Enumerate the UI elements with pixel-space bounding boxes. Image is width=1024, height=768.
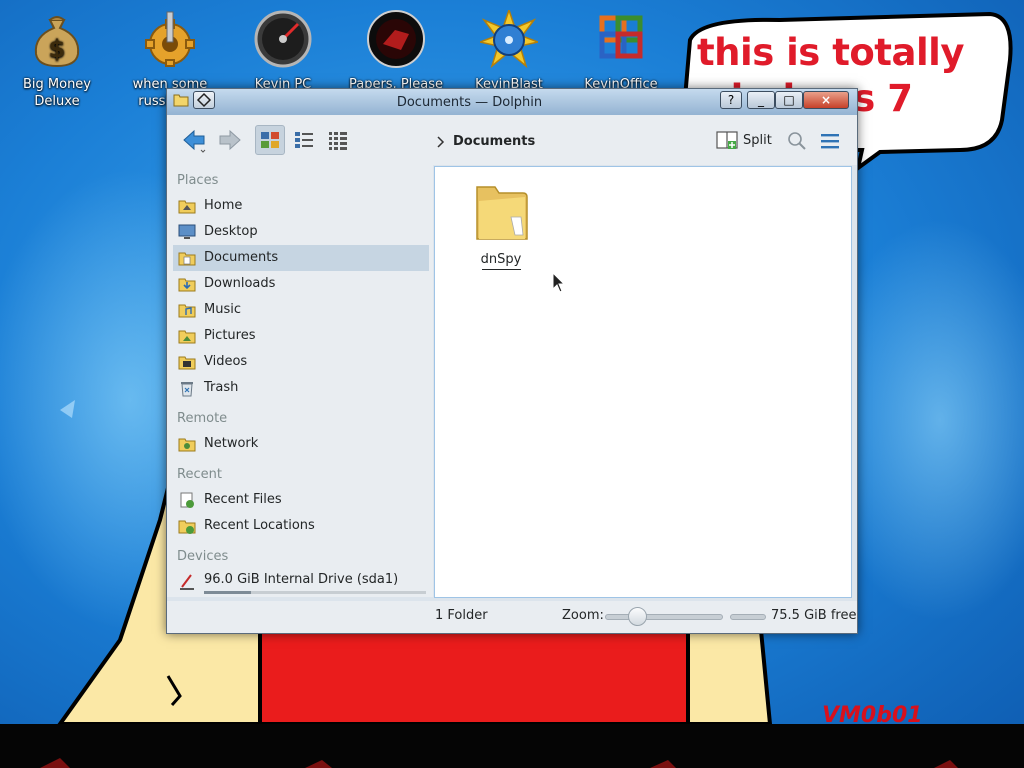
section-header-recent: Recent [177,467,222,482]
status-summary: 1 Folder [435,608,488,623]
place-item-documents[interactable]: Documents [173,245,429,271]
toolbar: Documents Split [167,115,857,165]
gear-icon [145,11,195,67]
downloads-folder-icon [178,278,196,292]
disc-burst-icon [480,10,538,68]
dolphin-window[interactable]: Documents — Dolphin ? _ □ × Documents Sp… [166,88,858,634]
music-folder-icon [178,304,196,318]
place-item-recent-files[interactable]: Recent Files [173,487,429,513]
place-label: Pictures [204,328,256,343]
home-folder-icon [178,200,196,214]
breadcrumb[interactable]: Documents [453,134,535,149]
place-item-internal-drive[interactable]: 96.0 GiB Internal Drive (sda1) [173,569,429,597]
places-panel: Places Home Desktop Documents Downloads … [167,165,433,597]
mouse-cursor-icon [552,272,566,293]
place-item-pictures[interactable]: Pictures [173,323,429,349]
videos-folder-icon [178,356,196,370]
place-label: Desktop [204,224,258,239]
drive-usage-fill [204,591,251,594]
file-view[interactable]: dnSpy [434,166,852,598]
documents-folder-icon [178,252,196,266]
place-label: Documents [204,250,279,265]
back-arrow-icon [183,129,206,153]
office-icon [599,15,643,59]
status-bar: 1 Folder Zoom: 75.5 GiB free [167,601,857,633]
split-button[interactable]: Split [715,129,772,153]
section-header-remote: Remote [177,411,228,426]
taskbar[interactable] [0,724,1024,768]
compact-view-button[interactable] [289,125,319,155]
place-label: Downloads [204,276,276,291]
zoom-label: Zoom: [562,608,604,623]
forward-arrow-icon [219,129,241,151]
window-title: Documents — Dolphin [396,95,543,110]
place-item-recent-locations[interactable]: Recent Locations [173,513,429,539]
close-button[interactable]: × [803,91,849,109]
icons-view-button[interactable] [255,125,285,155]
place-item-trash[interactable]: Trash [173,375,429,401]
desktop-icon-big-money[interactable]: $ Big Money Deluxe [1,10,113,110]
taskbar-decoration [40,758,958,768]
folder-label-underline [482,269,521,270]
place-label: Home [204,198,243,213]
place-label: 96.0 GiB Internal Drive (sda1) [204,572,399,587]
folder-label: dnSpy [480,252,522,267]
hard-drive-icon [180,574,194,590]
compact-view-icon [295,132,313,148]
place-label: Recent Files [204,492,282,507]
split-view-icon [716,131,738,149]
folder-icon [476,186,528,240]
hamburger-menu-icon[interactable] [819,130,841,152]
minimize-button[interactable]: _ [747,91,775,109]
place-item-home[interactable]: Home [173,193,429,219]
free-space-bar [730,614,766,620]
drive-usage-bar [204,591,426,594]
place-item-desktop[interactable]: Desktop [173,219,429,245]
place-item-music[interactable]: Music [173,297,429,323]
back-button[interactable] [179,125,209,155]
section-header-devices: Devices [177,549,229,564]
desktop-icon-papers-please[interactable]: Papers, Please [340,10,452,93]
section-header-places: Places [177,173,219,188]
place-label: Network [204,436,259,451]
details-view-icon [329,132,347,150]
search-icon[interactable] [786,130,808,152]
help-button[interactable]: ? [720,91,742,109]
gauge-icon [254,10,312,68]
desktop-icon-label: Big Money Deluxe [22,77,91,109]
zoom-slider-handle[interactable] [627,607,647,626]
icons-view-icon [261,132,279,148]
trash-icon [181,382,193,397]
zoom-slider[interactable] [605,614,723,620]
money-bag-icon: $ [34,16,80,68]
desktop-icon [178,224,196,239]
breadcrumb-chevron-icon [437,136,445,148]
network-folder-icon [178,438,196,452]
svg-text:$: $ [49,35,66,63]
recent-files-icon [180,492,194,508]
place-item-downloads[interactable]: Downloads [173,271,429,297]
pictures-folder-icon [178,330,196,344]
papers-please-icon [367,10,425,68]
forward-button[interactable] [215,125,245,155]
artist-signature: VM0b01 [822,703,923,728]
place-item-videos[interactable]: Videos [173,349,429,375]
place-item-network[interactable]: Network [173,431,429,457]
maximize-button[interactable]: □ [775,91,803,109]
place-label: Videos [204,354,248,369]
details-view-button[interactable] [323,125,353,155]
free-space-label: 75.5 GiB free [771,608,857,623]
folder-item-dnspy[interactable]: dnSpy [465,177,537,270]
place-label: Trash [204,380,239,395]
place-label: Recent Locations [204,518,315,533]
split-label: Split [743,133,772,148]
place-label: Music [204,302,241,317]
title-bar[interactable]: Documents — Dolphin ? _ □ × [167,89,857,115]
recent-locations-icon [178,520,196,534]
